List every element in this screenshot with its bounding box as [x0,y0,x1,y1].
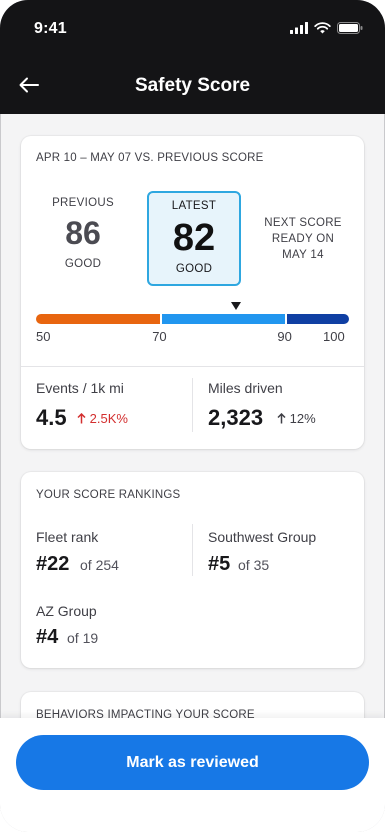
next-line-2: READY ON [271,233,335,245]
southwest-rank-total: of 35 [238,557,270,573]
arrow-up-icon [77,412,86,424]
events-value: 4.5 [36,405,67,430]
scale-segment [36,314,161,324]
latest-label: LATEST [171,200,217,212]
previous-value: 86 [65,215,101,251]
southwest-rank-label: Southwest Group [208,529,317,545]
latest-score: LATEST 82 GOOD [147,191,241,286]
wifi-icon [314,22,331,34]
next-score-info: NEXT SCORE READY ON MAY 14 [253,215,353,263]
status-icons [290,22,363,34]
latest-value: 82 [172,217,216,259]
metric-divider [192,378,193,432]
previous-label: PREVIOUS [52,197,114,209]
scale-tick-label: 50 [36,329,51,344]
status-time: 9:41 [34,20,67,37]
fleet-rank-value: #22 [36,553,70,575]
score-period-title: APR 10 – MAY 07 VS. PREVIOUS SCORE [36,152,264,164]
rankings-card: YOUR SCORE RANKINGS Fleet rank #22 of 25… [21,472,364,668]
score-card: APR 10 – MAY 07 VS. PREVIOUS SCORE PREVI… [21,136,364,449]
previous-rating: GOOD [64,258,102,270]
fleet-rank-label: Fleet rank [36,529,99,545]
scale-segment [287,314,349,324]
next-line-3: MAY 14 [282,249,324,261]
scale-tick-label: 100 [323,329,345,344]
events-delta-value: 2.5K% [89,411,128,426]
mark-as-reviewed-button[interactable]: Mark as reviewed [16,735,369,790]
score-marker-icon [231,302,242,310]
rank-divider [192,524,193,576]
card-divider [21,366,364,367]
battery-icon [337,22,363,34]
scale-tick-label: 90 [277,329,292,344]
az-rank-value: #4 [36,626,59,648]
arrow-up-icon [277,412,286,424]
latest-rating: GOOD [175,263,213,275]
next-line-1: NEXT SCORE [264,217,342,229]
southwest-rank-value: #5 [208,553,231,575]
phone-screen: 9:41 Safety Score APR 10 – MAY 07 VS. PR… [0,0,385,832]
footer-bar: Mark as reviewed [0,718,385,832]
miles-delta: 12% [277,411,316,426]
miles-delta-value: 12% [289,411,316,426]
scale-tick-label: 70 [152,329,167,344]
events-delta: 2.5K% [77,411,128,426]
miles-label: Miles driven [208,380,283,396]
signal-icon [290,22,308,34]
az-rank-label: AZ Group [36,603,97,619]
fleet-rank-total: of 254 [80,557,119,573]
app-header: 9:41 Safety Score [0,0,385,114]
events-label: Events / 1k mi [36,380,124,396]
rankings-title: YOUR SCORE RANKINGS [36,489,181,501]
page-title: Safety Score [134,75,251,96]
miles-value: 2,323 [208,405,264,430]
scale-segment [162,314,286,324]
previous-score: PREVIOUS 86 GOOD [35,197,131,270]
az-rank-total: of 19 [67,630,99,646]
